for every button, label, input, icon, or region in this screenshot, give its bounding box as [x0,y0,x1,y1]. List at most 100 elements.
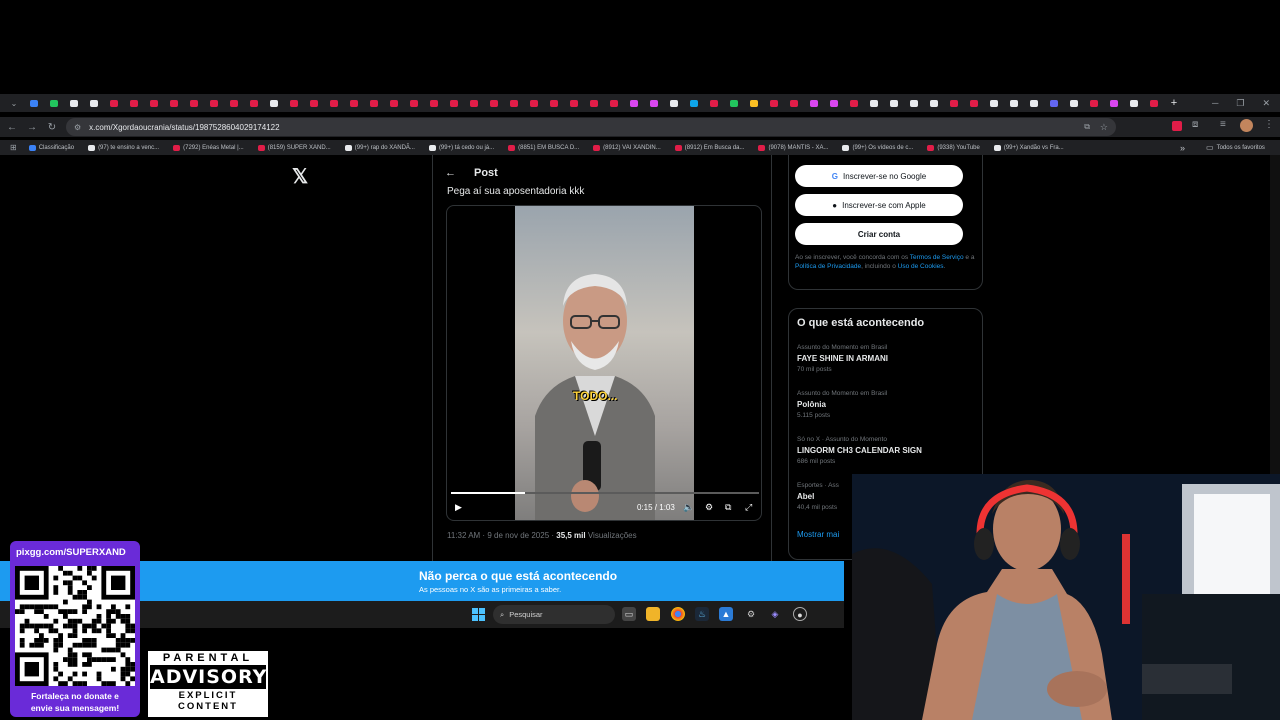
bookmark-item[interactable]: (8912) VAI XANDIN... [593,144,661,151]
bookmark-item[interactable]: (99+) Xandão vs Fra... [993,144,1064,151]
browser-tab[interactable] [644,94,664,112]
restore-icon[interactable]: ❐ [1236,98,1244,109]
new-tab-button[interactable]: + [1164,94,1184,112]
browser-tab[interactable] [364,94,384,112]
bookmarks-overflow-icon[interactable]: » [1180,143,1185,153]
bookmark-item[interactable]: (8912) Em Busca da... [674,144,744,151]
trend-item[interactable]: Assunto do Momento em Brasil Polônia 5.1… [797,390,977,419]
site-info-icon[interactable]: ⚙ [74,123,81,132]
bookmark-item[interactable]: (9078) MANTIS - XA... [758,144,828,151]
windows-start-icon[interactable] [472,608,485,621]
apple-signup-button[interactable]: ● Inscrever-se com Apple [795,194,963,216]
browser-tab[interactable] [444,94,464,112]
address-bar[interactable]: ⚙ x.com/Xgordaoucrania/status/1987528604… [66,118,1116,136]
browser-tab[interactable] [1064,94,1084,112]
app-icon[interactable]: ◈ [768,607,782,621]
video-player[interactable]: TODO... ▶ 0:15 / 1:03 🔈 ⚙ ⧉ ⤢ [446,205,762,521]
browser-tab[interactable] [704,94,724,112]
browser-tab[interactable] [224,94,244,112]
bookmark-item[interactable]: Classificação [28,144,74,151]
fullscreen-icon[interactable]: ⤢ [745,502,752,513]
terms-link[interactable]: Termos de Serviço [910,254,964,261]
apps-grid-icon[interactable]: ⊞ [10,143,17,152]
browser-tab[interactable] [1104,94,1124,112]
browser-tab[interactable] [64,94,84,112]
browser-tab[interactable] [1084,94,1104,112]
back-icon[interactable]: ← [2,122,22,133]
browser-tab[interactable] [184,94,204,112]
browser-tab[interactable] [544,94,564,112]
browser-tab[interactable] [744,94,764,112]
browser-tab[interactable] [144,94,164,112]
post-timestamp[interactable]: 11:32 AM · 9 de nov de 2025 · [447,531,556,540]
browser-tab[interactable] [24,94,44,112]
browser-tab[interactable] [624,94,644,112]
bookmark-item[interactable]: (7292) Enéas Metal |... [173,144,244,151]
browser-tab[interactable] [244,94,264,112]
browser-tab[interactable] [404,94,424,112]
browser-tab[interactable] [964,94,984,112]
scrollbar[interactable] [1270,155,1280,475]
trend-item[interactable]: Assunto do Momento em Brasil FAYE SHINE … [797,344,977,373]
close-window-icon[interactable]: ✕ [1262,98,1270,109]
browser-tab[interactable] [924,94,944,112]
taskbar-search[interactable]: ⌕ Pesquisar [493,605,615,624]
browser-tab[interactable] [1124,94,1144,112]
browser-tab[interactable] [164,94,184,112]
minimize-icon[interactable]: ─ [1212,98,1218,108]
browser-tab[interactable] [1024,94,1044,112]
bookmark-item[interactable]: (9338) YouTube [927,144,980,151]
show-more-link[interactable]: Mostrar mai [797,530,839,539]
create-account-button[interactable]: Criar conta [795,223,963,245]
bookmark-star-icon[interactable]: ☆ [1100,122,1108,133]
extension-youtube-icon[interactable] [1172,121,1182,131]
back-arrow-icon[interactable]: ← [445,167,456,179]
browser-tab[interactable] [944,94,964,112]
profile-avatar[interactable] [1240,119,1253,132]
all-bookmarks-folder[interactable]: ▭ Todos os favoritos [1206,143,1265,152]
browser-tab[interactable] [904,94,924,112]
trend-item[interactable]: Só no X · Assunto do Momento LINGORM CH3… [797,436,977,465]
browser-tab[interactable] [344,94,364,112]
obs-icon[interactable]: ● [793,607,807,621]
browser-tab[interactable] [884,94,904,112]
cookies-link[interactable]: Uso de Cookies [898,263,944,270]
browser-tab[interactable] [324,94,344,112]
browser-tab[interactable] [604,94,624,112]
browser-tab[interactable] [864,94,884,112]
browser-tab[interactable] [424,94,444,112]
google-signup-button[interactable]: G Inscrever-se no Google [795,165,963,187]
browser-tab[interactable] [804,94,824,112]
browser-tab[interactable] [284,94,304,112]
reload-icon[interactable]: ↻ [42,122,62,133]
photos-icon[interactable]: ▲ [719,607,733,621]
steam-icon[interactable]: ♨ [695,607,709,621]
browser-tab[interactable] [684,94,704,112]
volume-icon[interactable]: 🔈 [683,502,694,513]
browser-tab[interactable] [564,94,584,112]
browser-tab[interactable] [1044,94,1064,112]
forward-icon[interactable]: → [22,122,42,133]
browser-tab[interactable] [204,94,224,112]
menu-icon[interactable]: ⋮ [1264,119,1274,130]
video-progress-bar[interactable] [451,492,759,494]
browser-tab[interactable] [784,94,804,112]
bookmark-item[interactable]: (8851) EM BUSCA D... [508,144,579,151]
browser-tab[interactable] [844,94,864,112]
browser-tab[interactable] [984,94,1004,112]
bookmark-item[interactable]: (8159) SUPER XAND... [257,144,331,151]
pip-icon[interactable]: ⧉ [725,502,731,513]
browser-tab[interactable] [304,94,324,112]
browser-tab[interactable] [384,94,404,112]
x-logo-icon[interactable]: 𝕏 [292,164,308,189]
browser-tab[interactable] [264,94,284,112]
browser-tab[interactable] [724,94,744,112]
task-view-icon[interactable]: ▭ [622,607,636,621]
browser-tab[interactable] [484,94,504,112]
browser-tab[interactable] [44,94,64,112]
browser-tab[interactable] [124,94,144,112]
bookmark-item[interactable]: (99+) tá cedo ou já... [428,144,494,151]
browser-tab[interactable] [1144,94,1164,112]
browser-tab[interactable] [664,94,684,112]
browser-tab[interactable] [584,94,604,112]
